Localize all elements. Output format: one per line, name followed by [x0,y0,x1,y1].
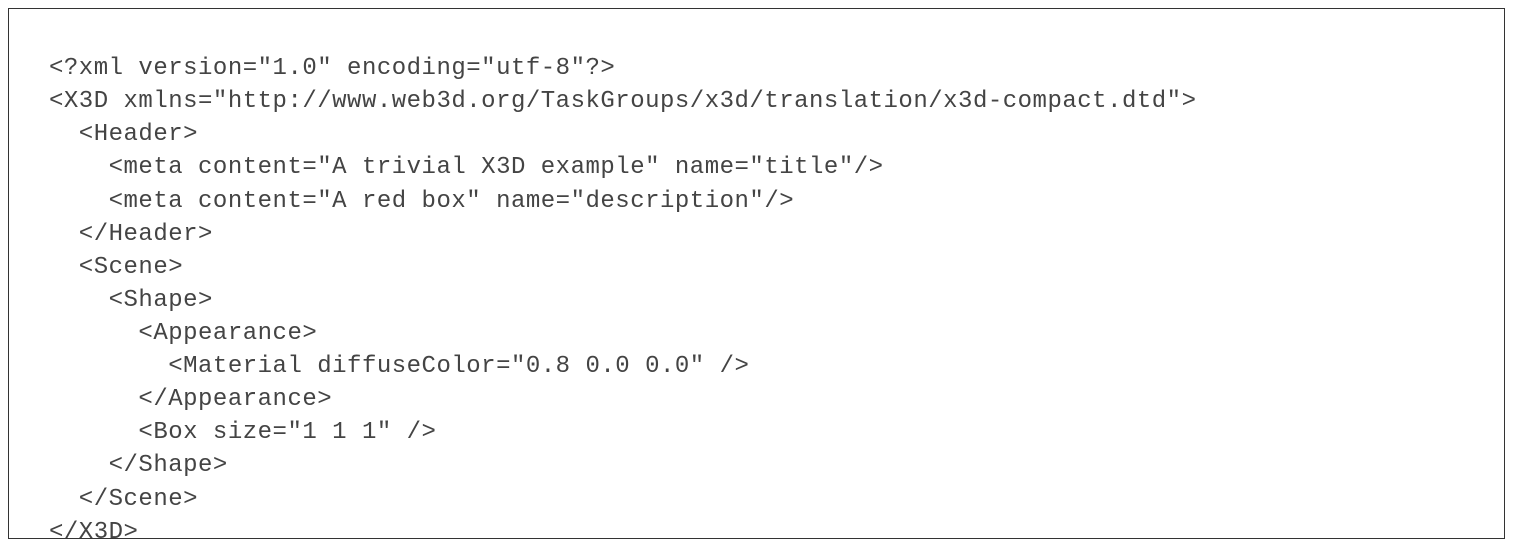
code-line: <Box size="1 1 1" /> [49,419,436,446]
code-line: <X3D xmlns="http://www.web3d.org/TaskGro… [49,88,1196,115]
code-line: <Shape> [49,287,213,314]
code-line: </Appearance> [49,386,332,413]
code-line: <?xml version="1.0" encoding="utf-8"?> [49,55,615,82]
code-listing-box: <?xml version="1.0" encoding="utf-8"?> <… [8,8,1505,539]
code-line: <Material diffuseColor="0.8 0.0 0.0" /> [49,353,749,380]
code-line: <Scene> [49,254,183,281]
code-line: </Scene> [49,486,198,513]
code-line: </Shape> [49,452,228,479]
code-line: </Header> [49,221,213,248]
code-line: <Appearance> [49,320,317,347]
code-line: <meta content="A red box" name="descript… [49,188,794,215]
code-listing: <?xml version="1.0" encoding="utf-8"?> <… [49,19,1494,549]
code-line: </X3D> [49,519,138,546]
code-line: <Header> [49,121,198,148]
code-line: <meta content="A trivial X3D example" na… [49,154,884,181]
